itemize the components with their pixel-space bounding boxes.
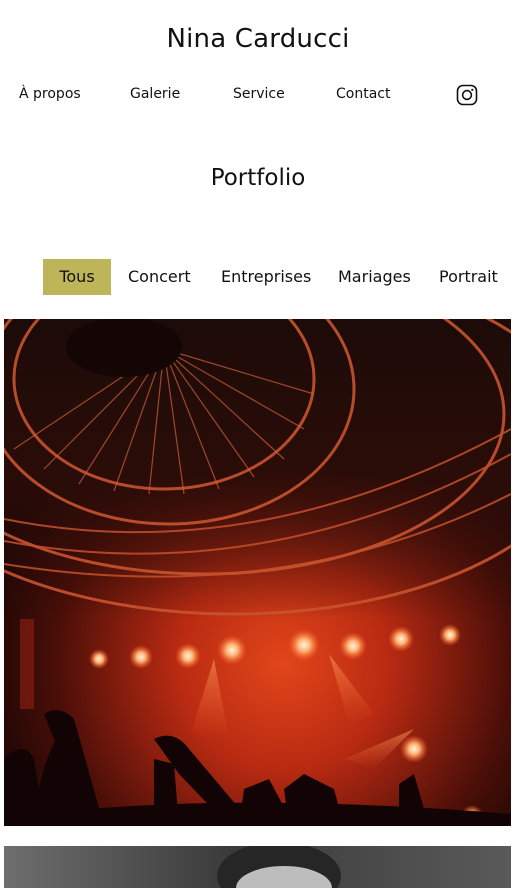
nav-link-contact[interactable]: Contact bbox=[336, 86, 390, 102]
filter-concert[interactable]: Concert bbox=[128, 259, 191, 295]
instagram-icon[interactable] bbox=[456, 84, 478, 106]
gallery-image-portrait[interactable] bbox=[4, 846, 511, 888]
main-nav: À propos Galerie Service Contact bbox=[0, 84, 516, 106]
filter-mariages[interactable]: Mariages bbox=[338, 259, 411, 295]
filter-tous[interactable]: Tous bbox=[43, 259, 111, 295]
nav-link-apropos[interactable]: À propos bbox=[19, 86, 81, 102]
filter-portrait[interactable]: Portrait bbox=[439, 259, 498, 295]
portfolio-title: Portfolio bbox=[210, 165, 306, 191]
site-title: Nina Carducci bbox=[166, 24, 350, 54]
nav-link-service[interactable]: Service bbox=[233, 86, 285, 102]
portrait-photo bbox=[4, 846, 511, 888]
gallery-filters: Tous Concert Entreprises Mariages Portra… bbox=[0, 259, 516, 295]
nav-link-galerie[interactable]: Galerie bbox=[130, 86, 180, 102]
filter-entreprises[interactable]: Entreprises bbox=[221, 259, 311, 295]
concert-stage-photo bbox=[4, 319, 511, 826]
gallery-image-concert[interactable] bbox=[4, 319, 511, 826]
